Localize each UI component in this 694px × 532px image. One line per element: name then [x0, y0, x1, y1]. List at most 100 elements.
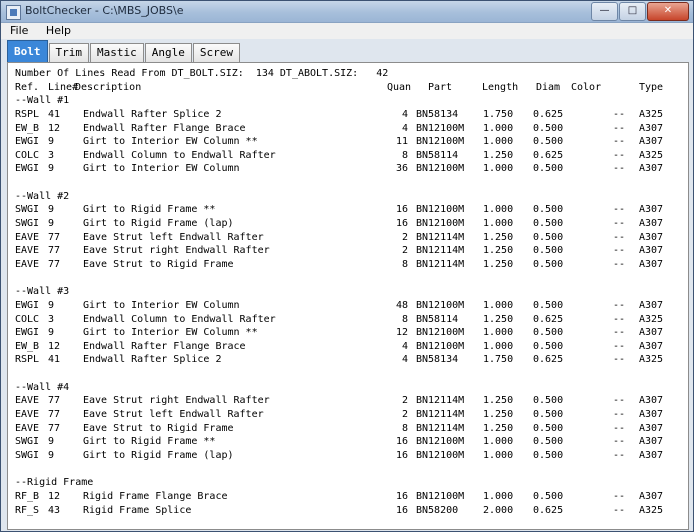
close-button[interactable]: ✕	[647, 2, 689, 21]
tab-bolt[interactable]: Bolt	[7, 40, 48, 62]
cell-diam: 0.500	[533, 258, 564, 270]
cell-line: 9	[48, 449, 55, 461]
minimize-button[interactable]: —	[591, 2, 618, 21]
bolt-row: SWGI 9 Girt to Rigid Frame (lap) 16 BN12100M…	[15, 449, 684, 463]
cell-type: A307	[639, 490, 664, 502]
cell-desc: Eave Strut right Endwall Rafter	[83, 395, 270, 407]
cell-quan: 2	[401, 231, 408, 243]
cell-type: A307	[639, 245, 664, 257]
cell-line: 12	[48, 122, 61, 134]
cell-color: --	[612, 204, 625, 216]
section-heading: --Wall #4	[15, 381, 70, 393]
cell-part: BN12100M	[416, 327, 465, 339]
cell-diam: 0.625	[533, 504, 564, 516]
header-type: Type	[639, 81, 664, 93]
cell-color: --	[612, 504, 625, 516]
bolt-row: COLC 3 Endwall Column to Endwall Rafter 8 BN…	[15, 149, 684, 163]
cell-type: A307	[639, 395, 664, 407]
cell-part: BN12100M	[416, 136, 465, 148]
cell-diam: 0.500	[533, 422, 564, 434]
cell-type: A307	[639, 136, 664, 148]
cell-length: 1.000	[483, 340, 514, 352]
cell-color: --	[612, 490, 625, 502]
cell-line: 43	[48, 504, 61, 516]
cell-length: 1.000	[483, 163, 514, 175]
cell-color: --	[612, 245, 625, 257]
cell-length: 1.750	[483, 354, 514, 366]
cell-desc: Endwall Rafter Splice 2	[83, 108, 222, 120]
cell-diam: 0.500	[533, 436, 564, 448]
cell-line: 41	[48, 108, 61, 120]
cell-quan: 12	[395, 327, 408, 339]
bolt-row: RSPL 41 Endwall Rafter Splice 2 4 BN58134 1.7…	[15, 353, 684, 367]
cell-diam: 0.500	[533, 449, 564, 461]
cell-type: A307	[639, 218, 664, 230]
bolt-row: EW_B 12 Endwall Rafter Flange Brace 4 BN1210…	[15, 122, 684, 136]
section-heading: --Rigid Frame	[15, 477, 94, 489]
cell-color: --	[612, 354, 625, 366]
bolt-row: EAVE 77 Eave Strut left Endwall Rafter 2 BN1…	[15, 408, 684, 422]
cell-desc: Eave Strut left Endwall Rafter	[83, 231, 264, 243]
cell-line: 77	[48, 395, 61, 407]
cell-color: --	[612, 313, 625, 325]
cell-quan: 16	[395, 204, 408, 216]
cell-color: --	[612, 449, 625, 461]
app-icon	[6, 5, 21, 20]
cell-ref: SWGI	[15, 218, 40, 230]
menu-help[interactable]: Help	[41, 23, 76, 38]
cell-ref: EAVE	[15, 422, 40, 434]
cell-length: 1.250	[483, 245, 514, 257]
cell-color: --	[612, 422, 625, 434]
tab-strip: Bolt Trim Mastic Angle Screw	[7, 40, 241, 62]
tab-screw[interactable]: Screw	[192, 43, 240, 62]
tab-angle[interactable]: Angle	[144, 43, 192, 62]
cell-ref: COLC	[15, 149, 40, 161]
bolt-row: EWGI 9 Girt to Interior EW Column ** 11 BN12…	[15, 135, 684, 149]
cell-line: 77	[48, 258, 61, 270]
cell-diam: 0.500	[533, 163, 564, 175]
bolt-row: COLC 3 Endwall Column to Endwall Rafter 8 BN…	[15, 313, 684, 327]
cell-quan: 16	[395, 436, 408, 448]
menu-bar: File Help	[1, 23, 693, 39]
cell-ref: RF_B	[15, 490, 40, 502]
cell-type: A325	[639, 108, 664, 120]
cell-desc: Rigid Frame Flange Brace	[83, 490, 228, 502]
cell-quan: 16	[395, 504, 408, 516]
cell-type: A307	[639, 299, 664, 311]
cell-line: 77	[48, 231, 61, 243]
tab-trim[interactable]: Trim	[48, 43, 89, 62]
header-diam: Diam	[536, 81, 561, 93]
cell-part: BN12114M	[416, 258, 465, 270]
cell-desc: Girt to Interior EW Column	[83, 299, 240, 311]
cell-diam: 0.500	[533, 136, 564, 148]
cell-part: BN12100M	[416, 490, 465, 502]
cell-desc: Rigid Frame Splice	[83, 504, 192, 516]
bolt-row: EWGI 9 Girt to Interior EW Column 48 BN12100…	[15, 299, 684, 313]
cell-line: 3	[48, 313, 55, 325]
cell-ref: EW_B	[15, 122, 40, 134]
cell-diam: 0.500	[533, 245, 564, 257]
tab-mastic[interactable]: Mastic	[90, 43, 144, 62]
cell-diam: 0.500	[533, 231, 564, 243]
cell-ref: SWGI	[15, 449, 40, 461]
cell-diam: 0.500	[533, 327, 564, 339]
cell-length: 1.000	[483, 327, 514, 339]
cell-desc: Endwall Rafter Splice 2	[83, 354, 222, 366]
cell-color: --	[612, 163, 625, 175]
menu-file[interactable]: File	[5, 23, 33, 38]
cell-type: A307	[639, 258, 664, 270]
cell-ref: EWGI	[15, 327, 40, 339]
title-bar[interactable]: BoltChecker - C:\MBS_JOBS\e — □ ✕	[1, 1, 693, 23]
cell-diam: 0.625	[533, 108, 564, 120]
cell-color: --	[612, 327, 625, 339]
cell-part: BN12100M	[416, 204, 465, 216]
minimize-icon: —	[599, 5, 610, 16]
maximize-button[interactable]: □	[619, 2, 646, 21]
bolt-row: SWGI 9 Girt to Rigid Frame (lap) 16 BN12100M…	[15, 217, 684, 231]
cell-diam: 0.625	[533, 149, 564, 161]
cell-length: 1.000	[483, 449, 514, 461]
bolt-row: RF_B 12 Rigid Frame Flange Brace 16 BN12100M…	[15, 490, 684, 504]
cell-diam: 0.625	[533, 313, 564, 325]
